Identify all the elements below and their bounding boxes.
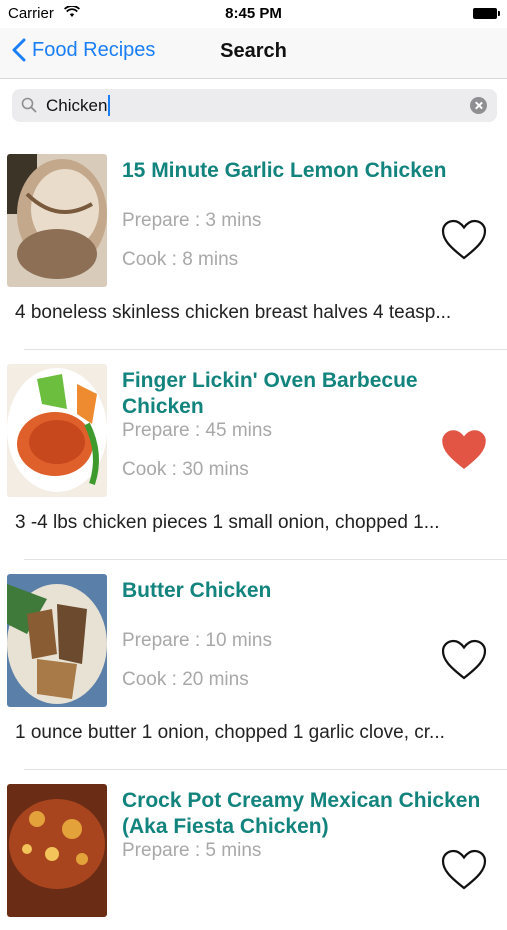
heart-icon[interactable] (440, 218, 488, 262)
navigation-bar: Food Recipes Search (0, 28, 507, 79)
recipe-row[interactable]: Finger Lickin' Oven Barbecue Chicken Pre… (0, 350, 507, 560)
back-button[interactable]: Food Recipes (12, 38, 155, 62)
recipe-row[interactable]: Crock Pot Creamy Mexican Chicken (Aka Fi… (0, 770, 507, 930)
chevron-left-icon (12, 38, 26, 62)
prepare-time: Prepare : 5 mins (122, 840, 262, 861)
recipe-thumbnail (7, 784, 107, 917)
heart-icon[interactable] (440, 428, 488, 472)
cook-time: Cook : 30 mins (122, 459, 249, 480)
recipe-list: 15 Minute Garlic Lemon Chicken Prepare :… (0, 140, 507, 930)
search-bar (0, 79, 507, 133)
search-field-container[interactable] (12, 89, 497, 122)
recipe-row[interactable]: 15 Minute Garlic Lemon Chicken Prepare :… (0, 140, 507, 350)
prepare-time: Prepare : 45 mins (122, 420, 272, 441)
back-button-label: Food Recipes (32, 38, 156, 61)
recipe-ingredients: 3 -4 lbs chicken pieces 1 small onion, c… (15, 512, 440, 533)
recipe-row[interactable]: Butter Chicken Prepare : 10 mins Cook : … (0, 560, 507, 770)
recipe-title[interactable]: 15 Minute Garlic Lemon Chicken (122, 158, 502, 184)
status-bar: Carrier 8:45 PM (0, 0, 507, 28)
recipe-thumbnail (7, 574, 107, 707)
recipe-title[interactable]: Finger Lickin' Oven Barbecue Chicken (122, 368, 502, 420)
recipe-ingredients: 4 boneless skinless chicken breast halve… (15, 302, 452, 323)
heart-icon[interactable] (440, 848, 488, 892)
cook-time: Cook : 20 mins (122, 669, 249, 690)
battery-icon (473, 8, 500, 19)
text-cursor (108, 95, 111, 116)
magnifier-icon (21, 97, 37, 118)
recipe-ingredients: 1 ounce butter 1 onion, chopped 1 garlic… (15, 722, 445, 743)
recipe-thumbnail (7, 154, 107, 287)
recipe-title[interactable]: Crock Pot Creamy Mexican Chicken (Aka Fi… (122, 788, 502, 840)
heart-icon[interactable] (440, 638, 488, 682)
recipe-title[interactable]: Butter Chicken (122, 578, 502, 604)
clock: 8:45 PM (225, 5, 282, 22)
recipe-thumbnail (7, 364, 107, 497)
clear-circle-icon[interactable] (470, 97, 487, 114)
prepare-time: Prepare : 10 mins (122, 630, 272, 651)
cook-time: Cook : 8 mins (122, 249, 239, 270)
prepare-time: Prepare : 3 mins (122, 210, 262, 231)
